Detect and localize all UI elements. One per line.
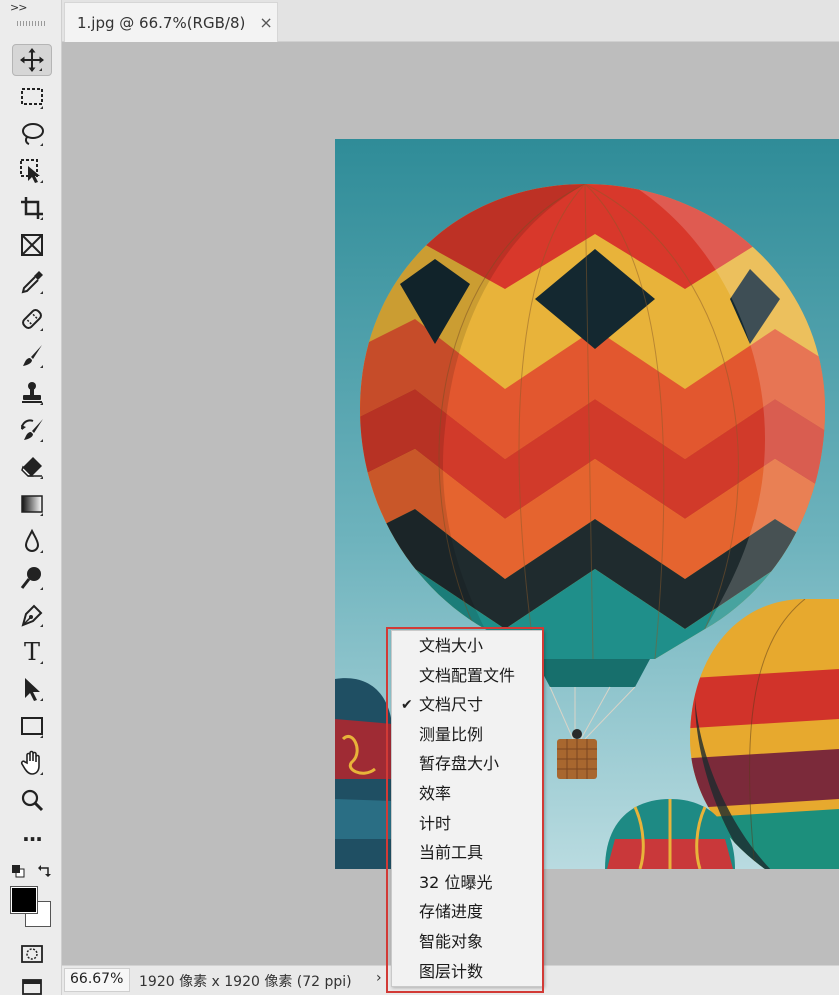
lasso-tool-button[interactable]	[12, 118, 52, 150]
path-select-tool-button[interactable]	[12, 673, 52, 705]
menu-item-label: 智能对象	[419, 932, 484, 951]
object-select-tool-button[interactable]	[12, 155, 52, 187]
blur-tool-button[interactable]	[12, 525, 52, 557]
type-icon: T	[23, 638, 40, 666]
color-swatches	[8, 860, 56, 932]
menu-item-label: 计时	[419, 813, 452, 833]
type-tool-button[interactable]: T	[12, 636, 52, 668]
swap-colors-icon[interactable]	[38, 863, 52, 877]
eyedropper-tool-button[interactable]	[12, 266, 52, 298]
menu-item-label: 文档尺寸	[419, 695, 484, 715]
collapse-panel-button[interactable]: >>	[10, 1, 27, 14]
menu-item-document-size[interactable]: 文档大小	[392, 631, 543, 661]
menu-item-label: 暂存盘大小	[419, 754, 500, 774]
menu-item-document-dimensions[interactable]: ✔ 文档尺寸	[392, 690, 543, 720]
quick-mask-icon	[21, 945, 43, 963]
photoshop-window: >> T ··· 1.jpg @ 66.7%(RGB/8) × 66.67% 1…	[0, 0, 839, 995]
status-info-menu: 文档大小 文档配置文件 ✔ 文档尺寸 测量比例 暂存盘大小 效率 计时 当前工具 …	[391, 630, 544, 987]
menu-item-save-progress[interactable]: 存储进度	[392, 897, 543, 927]
clone-stamp-tool-button[interactable]	[12, 377, 52, 409]
menu-item-label: 文档大小	[419, 636, 484, 655]
shape-tool-button[interactable]	[12, 710, 52, 742]
more-tools-button[interactable]: ···	[12, 823, 52, 855]
document-info-text: 1920 像素 x 1920 像素 (72 ppi)	[139, 974, 352, 990]
document-tab[interactable]: 1.jpg @ 66.7%(RGB/8) ×	[64, 2, 278, 42]
checkmark-icon: ✔	[401, 697, 413, 714]
eraser-tool-button[interactable]	[12, 451, 52, 483]
pen-tool-button[interactable]	[12, 599, 52, 631]
close-tab-icon[interactable]: ×	[259, 13, 272, 32]
history-brush-tool-button[interactable]	[12, 414, 52, 446]
zoom-level-field[interactable]: 66.67%	[64, 968, 130, 992]
default-colors-icon[interactable]	[11, 864, 25, 878]
menu-item-timing[interactable]: 计时	[392, 809, 543, 839]
screen-mode-button[interactable]	[12, 972, 52, 995]
document-tab-title: 1.jpg @ 66.7%(RGB/8)	[77, 13, 246, 32]
crop-tool-button[interactable]	[12, 192, 52, 224]
menu-item-label: 文档配置文件	[419, 665, 516, 685]
menu-item-label: 测量比例	[419, 724, 484, 744]
move-tool-button[interactable]	[12, 44, 52, 76]
menu-item-label: 效率	[419, 784, 452, 803]
zoom-tool-button[interactable]	[12, 784, 52, 816]
healing-brush-tool-button[interactable]	[12, 303, 52, 335]
menu-item-measurement-scale[interactable]: 测量比例	[392, 720, 543, 750]
frame-icon	[21, 234, 43, 256]
dodge-tool-button[interactable]	[12, 562, 52, 594]
gradient-tool-button[interactable]	[12, 488, 52, 520]
brush-tool-button[interactable]	[12, 340, 52, 372]
menu-item-label: 32 位曝光	[419, 872, 493, 892]
menu-item-efficiency[interactable]: 效率	[392, 779, 543, 809]
tools-panel: >> T ···	[0, 0, 62, 995]
hand-tool-button[interactable]	[12, 747, 52, 779]
quick-mask-button[interactable]	[12, 938, 52, 970]
menu-item-label: 存储进度	[419, 902, 484, 922]
menu-item-label: 当前工具	[419, 843, 484, 863]
screen-mode-icon	[22, 979, 42, 995]
zoom-icon	[21, 789, 44, 812]
status-menu-arrow-icon[interactable]: ›	[376, 970, 382, 986]
menu-item-smart-objects[interactable]: 智能对象	[392, 927, 543, 957]
menu-item-layer-count[interactable]: 图层计数	[392, 957, 543, 987]
more-icon: ···	[22, 827, 43, 851]
menu-item-label: 图层计数	[419, 961, 484, 981]
menu-item-current-tool[interactable]: 当前工具	[392, 838, 543, 868]
frame-tool-button[interactable]	[12, 229, 52, 261]
menu-item-document-profile[interactable]: 文档配置文件	[392, 661, 543, 691]
panel-grip[interactable]	[17, 21, 45, 26]
menu-item-32bit-exposure[interactable]: 32 位曝光	[392, 868, 543, 898]
menu-item-scratch-size[interactable]: 暂存盘大小	[392, 749, 543, 779]
marquee-tool-button[interactable]	[12, 81, 52, 113]
foreground-color-swatch[interactable]	[10, 886, 38, 914]
document-tab-bar: 1.jpg @ 66.7%(RGB/8) ×	[62, 0, 839, 42]
